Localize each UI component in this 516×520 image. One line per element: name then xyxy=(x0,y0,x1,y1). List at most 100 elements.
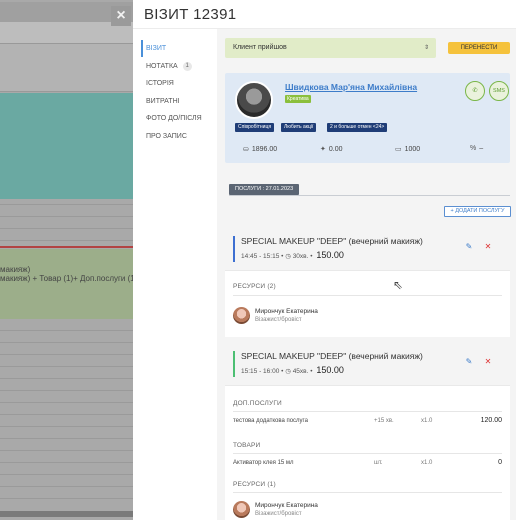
service-body: ДОП.ПОСЛУГИ тестова додаткова послуга +1… xyxy=(225,386,510,520)
stat-spent-value: 1896.00 xyxy=(251,146,278,153)
client-avatar xyxy=(235,81,273,119)
service-color-bar xyxy=(233,236,235,262)
sms-button[interactable]: SMS xyxy=(489,81,509,101)
nav-item-history[interactable]: ІСТОРІЯ xyxy=(141,75,221,92)
service-time: 14:45 - 15:15 • xyxy=(241,253,284,260)
resource-role: Візажист/бровіст xyxy=(255,511,302,517)
grid-line xyxy=(0,426,133,427)
separator: • xyxy=(310,253,313,260)
bonus-icon: ✦ xyxy=(320,146,326,153)
spent-icon: ⛀ xyxy=(243,146,249,153)
delete-icon[interactable]: ✕ xyxy=(483,242,493,252)
good-unit: шт. xyxy=(374,460,383,466)
grid-line xyxy=(0,354,133,355)
background-calendar: макияж) макияж) + Товар (1)+ Доп.послуги… xyxy=(0,0,133,520)
client-tag: Любить акції xyxy=(281,123,317,132)
client-name-link[interactable]: Швидкова Мар'яна Михайлівна xyxy=(285,82,417,92)
service-meta: 15:15 - 16:00 • ◷ 45хв. • 150.00 xyxy=(241,365,344,375)
grid-line xyxy=(0,402,133,403)
extras-label: ДОП.ПОСЛУГИ xyxy=(233,400,282,407)
nav-item-label: НОТАТКА xyxy=(146,62,178,70)
grid-line xyxy=(0,474,133,475)
grid-line xyxy=(0,462,133,463)
horizontal-scrollbar[interactable] xyxy=(0,511,133,517)
clock-icon: ◷ xyxy=(285,368,291,375)
resource-avatar xyxy=(233,501,250,518)
nav-item-label: ІСТОРІЯ xyxy=(146,80,174,87)
client-tag: Співробітниця xyxy=(235,123,275,132)
service-title: SPECIAL MAKEUP "DEEP" (вечерний макияж) xyxy=(241,351,423,361)
grid-line xyxy=(0,366,133,367)
delete-icon[interactable]: ✕ xyxy=(483,357,493,367)
goods-label: ТОВАРИ xyxy=(233,442,261,449)
service-price: 150.00 xyxy=(316,250,344,260)
stat-deposit-value: 1000 xyxy=(404,146,421,153)
extra-service-qty: x1.0 xyxy=(421,418,433,424)
modal-title: ВІЗИТ 12391 xyxy=(144,6,237,23)
resource-role: Візажист/бровіст xyxy=(255,317,302,323)
grid-line xyxy=(0,390,133,391)
clock-icon: ◷ xyxy=(285,253,291,260)
phone-icon[interactable]: ✆ xyxy=(465,81,485,101)
services-date-label: ПОСЛУГИ : 27.01.2023 xyxy=(229,184,300,195)
grid-line xyxy=(0,438,133,439)
close-button[interactable]: × xyxy=(111,6,131,26)
service-color-bar xyxy=(233,351,235,377)
service-header[interactable]: SPECIAL MAKEUP "DEEP" (вечерний макияж) … xyxy=(225,229,510,271)
stat-bonus-value: 0.00 xyxy=(328,146,343,153)
nav-item-visit[interactable]: ВІЗИТ xyxy=(141,40,221,57)
visit-modal: ВІЗИТ 12391 ВІЗИТ НОТАТКА 1 ІСТОРІЯ ВИТР… xyxy=(133,0,516,520)
grid-line xyxy=(0,204,133,205)
nav-item-photos[interactable]: ФОТО ДО/ПІСЛЯ xyxy=(141,110,221,127)
calendar-event-teal xyxy=(0,93,133,199)
grid-line xyxy=(0,450,133,451)
stat-debt-value: – xyxy=(479,145,484,152)
client-status-badge: Креатива xyxy=(285,95,311,103)
stat-spent: ⛀ 1896.00 xyxy=(243,145,277,153)
current-time-line xyxy=(0,246,133,248)
nav-item-consumables[interactable]: ВИТРАТНІ xyxy=(141,93,221,110)
stat-bonus: ✦ 0.00 xyxy=(320,145,343,153)
service-header[interactable]: SPECIAL MAKEUP "DEEP" (вечерний макияж) … xyxy=(225,344,510,386)
service-card: SPECIAL MAKEUP "DEEP" (вечерний макияж) … xyxy=(225,344,510,520)
note-count-badge: 1 xyxy=(182,61,192,71)
service-time: 15:15 - 16:00 • xyxy=(241,368,284,375)
nav-item-label: ВІЗИТ xyxy=(146,45,167,52)
card-icon: ▭ xyxy=(395,146,402,153)
pencil-icon[interactable]: ✎ xyxy=(464,357,474,367)
resources-label: РЕСУРСИ (1) xyxy=(233,481,276,488)
grid-line xyxy=(0,378,133,379)
select-caret-icon: ⇕ xyxy=(423,45,429,51)
client-card: Швидкова Мар'яна Михайлівна Креатива ✆ S… xyxy=(225,73,510,163)
stat-deposit: ▭ 1000 xyxy=(395,145,420,153)
grid-line xyxy=(0,342,133,343)
add-service-button[interactable]: + ДОДАТИ ПОСЛУГУ xyxy=(444,206,511,217)
grid-line xyxy=(0,498,133,499)
visit-status-value: Клиент прийшов xyxy=(233,44,287,51)
reschedule-button[interactable]: ПЕРЕНЕСТИ xyxy=(448,42,510,54)
pencil-icon[interactable]: ✎ xyxy=(464,242,474,252)
calendar-event-green xyxy=(0,249,133,319)
resources-label: РЕСУРСИ (2) xyxy=(233,283,276,290)
calendar-event-text[interactable]: макияж) макияж) + Товар (1)+ Доп.послуги… xyxy=(0,265,133,283)
resource-avatar xyxy=(233,307,250,324)
good-name: Активатор клея 15 мл xyxy=(233,460,294,466)
grid-line xyxy=(0,228,133,229)
event-line-2: макияж) + Товар (1)+ Доп.послуги (1) xyxy=(0,274,133,283)
visit-side-nav: ВІЗИТ НОТАТКА 1 ІСТОРІЯ ВИТРАТНІ ФОТО ДО… xyxy=(141,40,221,145)
stat-debt: % – xyxy=(470,145,483,152)
calendar-subheader xyxy=(0,44,133,92)
divider xyxy=(233,411,502,412)
visit-content: Клиент прийшов ⇕ ПЕРЕНЕСТИ Швидкова Мар'… xyxy=(217,29,516,520)
nav-item-label: ВИТРАТНІ xyxy=(146,97,180,105)
nav-item-about[interactable]: ПРО ЗАПИС xyxy=(141,128,221,145)
nav-item-note[interactable]: НОТАТКА 1 xyxy=(141,58,221,75)
service-card: SPECIAL MAKEUP "DEEP" (вечерний макияж) … xyxy=(225,229,510,337)
client-tag: 2 и больше отмен <24> xyxy=(327,123,388,132)
divider xyxy=(229,195,510,196)
grid-line xyxy=(0,414,133,415)
visit-status-select[interactable]: Клиент прийшов ⇕ xyxy=(225,38,436,58)
service-title: SPECIAL MAKEUP "DEEP" (вечерний макияж) xyxy=(241,236,423,246)
grid-line xyxy=(0,240,133,241)
divider xyxy=(233,453,502,454)
